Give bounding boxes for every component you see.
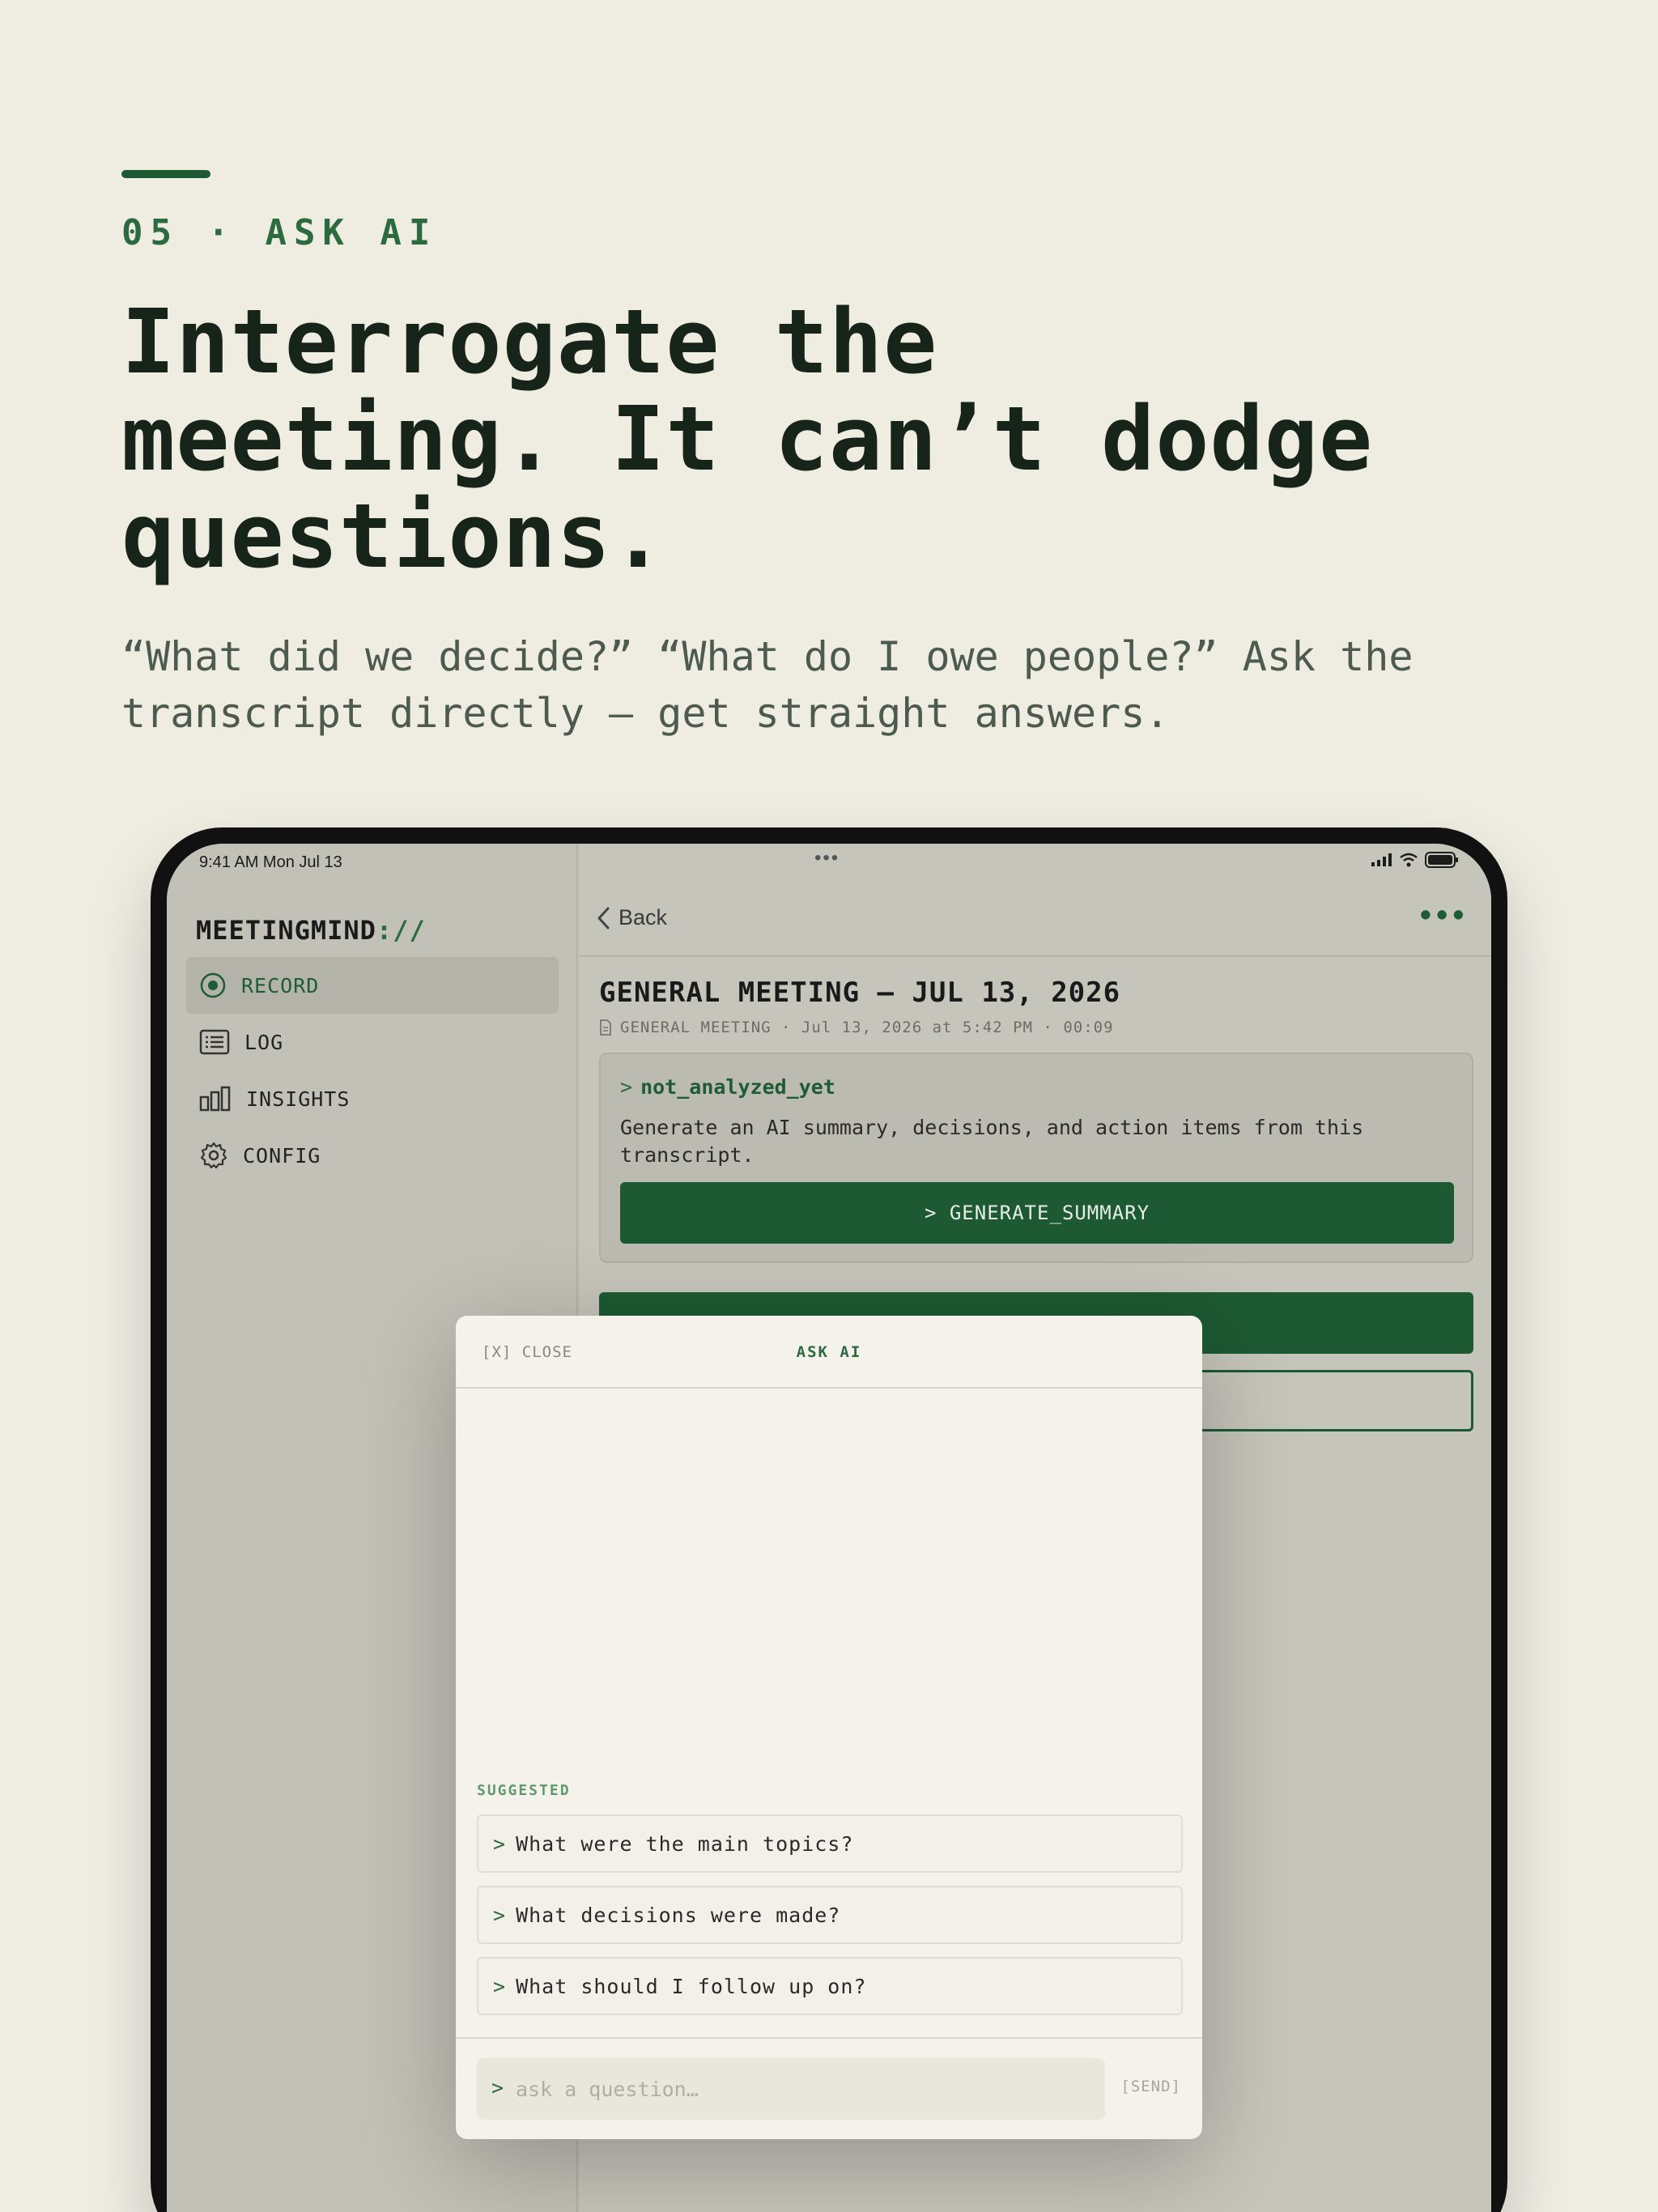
logo-text: MEETINGMIND [196, 915, 376, 946]
accent-bar [121, 170, 210, 178]
prompt-glyph: > [620, 1075, 633, 1099]
status-time: 9:41 AM Mon Jul 13 [199, 853, 342, 871]
back-label: Back [619, 905, 668, 929]
detail-topbar: Back ••• [580, 876, 1491, 957]
suggestion-main-topics[interactable]: > What were the main topics? [477, 1814, 1183, 1873]
suggestion-text: What should I follow up on? [516, 1974, 867, 1998]
meeting-meta-text: GENERAL MEETING · Jul 13, 2026 at 5:42 P… [620, 1019, 1114, 1036]
signal-icon [1371, 853, 1392, 866]
card-status-label: > not_analyzed_yet [620, 1075, 835, 1099]
generate-summary-button[interactable]: > GENERATE_SUMMARY [620, 1182, 1454, 1244]
suggestion-decisions[interactable]: > What decisions were made? [477, 1886, 1183, 1944]
sidebar-item-label: CONFIG [243, 1143, 321, 1168]
battery-icon [1425, 852, 1458, 868]
suggestion-text: What decisions were made? [516, 1903, 841, 1927]
chevron-left-icon [597, 907, 610, 929]
ask-ai-modal: [X] CLOSE ASK AI SUGGESTED > What were th… [456, 1316, 1202, 2139]
card-status-text: not_analyzed_yet [640, 1075, 835, 1099]
sidebar-item-log[interactable]: LOG [186, 1014, 559, 1070]
subheadline: “What did we decide?” “What do I owe peo… [121, 633, 1414, 737]
modal-title: ASK AI [796, 1343, 862, 1361]
sidebar-item-label: RECORD [241, 973, 320, 998]
sidebar-item-config[interactable]: CONFIG [186, 1127, 559, 1184]
suggestion-text: What were the main topics? [516, 1831, 854, 1856]
meeting-meta: GENERAL MEETING · Jul 13, 2026 at 5:42 P… [599, 1019, 1114, 1036]
multitask-dots: ••• [814, 847, 840, 869]
wifi-icon [1400, 853, 1418, 867]
card-description: Generate an AI summary, decisions, and a… [620, 1116, 1364, 1167]
status-icons [1371, 852, 1459, 868]
sidebar-item-label: LOG [244, 1030, 284, 1054]
prompt-glyph: > [493, 1974, 507, 1998]
suggested-label: SUGGESTED [477, 1782, 571, 1799]
logo-suffix: :// [376, 915, 426, 946]
sidebar-nav: RECORD LOG INSIGHTS CONFIG [186, 957, 559, 1184]
ask-question-input[interactable] [477, 2058, 1105, 2120]
document-icon [600, 1019, 611, 1036]
status-bar: 9:41 AM Mon Jul 13 ••• [167, 844, 1491, 876]
meeting-title: GENERAL MEETING — JUL 13, 2026 [599, 976, 1121, 1009]
analysis-card: > not_analyzed_yet Generate an AI summary… [599, 1053, 1473, 1263]
bar-chart-icon [199, 1086, 231, 1112]
list-icon [199, 1029, 230, 1055]
back-button[interactable]: Back [596, 905, 667, 930]
modal-header: [X] CLOSE ASK AI [456, 1316, 1202, 1389]
sidebar-item-record[interactable]: RECORD [186, 957, 559, 1014]
section-eyebrow: 05 · ASK AI [121, 212, 438, 253]
input-prompt-glyph: > [491, 2076, 504, 2099]
record-icon [200, 972, 226, 998]
gear-icon [200, 1142, 227, 1169]
headline: Interrogate the meeting. It can’t dodge … [121, 290, 1374, 588]
app-logo: MEETINGMIND:// [196, 915, 426, 946]
sidebar-item-insights[interactable]: INSIGHTS [186, 1070, 559, 1127]
modal-footer: > [SEND] [456, 2037, 1202, 2139]
more-options-button[interactable]: ••• [1418, 900, 1467, 931]
prompt-glyph: > [493, 1831, 507, 1856]
suggestion-follow-up[interactable]: > What should I follow up on? [477, 1957, 1183, 2015]
prompt-glyph: > [493, 1903, 507, 1927]
send-button[interactable]: [SEND] [1120, 2078, 1181, 2095]
sidebar-item-label: INSIGHTS [246, 1087, 351, 1111]
